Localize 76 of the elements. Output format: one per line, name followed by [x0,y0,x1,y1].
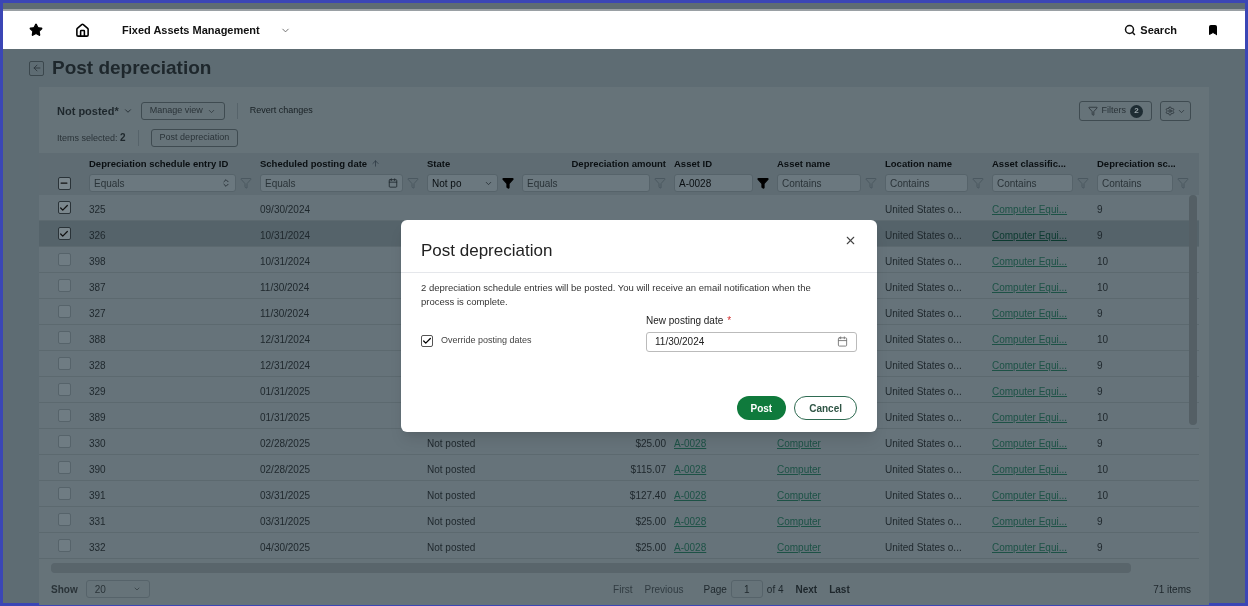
table-cell: United States o... [885,203,962,215]
table-cell: $115.07 [630,463,666,475]
table-cell: United States o... [885,437,962,449]
table-cell: $25.00 [635,437,666,449]
table-cell: 398 [89,255,106,267]
table-cell: United States o... [885,281,962,293]
table-cell: 387 [89,281,106,293]
table-cell: 10 [1097,255,1109,267]
table-cell: 326 [89,229,106,241]
table-cell: $25.00 [635,515,666,527]
table-cell: 9 [1097,229,1103,241]
table-cell: Not posted [427,541,476,553]
required-mark: * [727,313,732,328]
table-cell: 9 [1097,515,1103,527]
table-cell: 391 [89,489,106,501]
table-cell: 388 [89,333,106,345]
table-cell: 01/31/2025 [260,385,311,397]
table-cell: 9 [1097,359,1103,371]
table-cell: 331 [89,515,106,527]
items-selected-label: Items selected: 2 [57,131,126,146]
table-cell: 332 [89,541,106,553]
table-cell: 9 [1097,437,1103,449]
table-cell: 9 [1097,541,1103,553]
page-label: Page [703,582,727,597]
table-cell: United States o... [885,515,962,527]
table-cell: 9 [1097,203,1103,215]
table-cell: 325 [89,203,106,215]
item-count: 71 items [1153,582,1191,597]
table-cell: 04/30/2025 [260,541,311,553]
table-cell: 03/31/2025 [260,515,311,527]
table-cell: 02/28/2025 [260,463,311,475]
table-cell: Not posted [427,515,476,527]
table-cell: 10 [1097,463,1109,475]
table-cell: 328 [89,359,106,371]
table-cell: United States o... [885,411,962,423]
table-cell: Not posted [427,437,476,449]
show-label: Show [51,582,78,597]
table-cell: 390 [89,463,106,475]
table-cell: United States o... [885,463,962,475]
table-cell: 03/31/2025 [260,489,311,501]
table-cell: Not posted [427,489,476,501]
table-cell: United States o... [885,307,962,319]
table-cell: United States o... [885,359,962,371]
dialog-title: Post depreciation [421,240,553,262]
table-cell: 327 [89,307,106,319]
table-cell: Not posted [427,463,476,475]
table-cell: United States o... [885,255,962,267]
table-cell: 329 [89,385,106,397]
app-title: Fixed Assets Management [122,22,260,38]
table-cell: United States o... [885,333,962,345]
table-cell: 12/31/2024 [260,333,311,345]
table-cell: 330 [89,437,106,449]
table-cell: 01/31/2025 [260,411,311,423]
table-cell: $127.40 [629,489,666,501]
table-cell: 9 [1097,385,1103,397]
table-cell: 9 [1097,307,1103,319]
table-cell: 10 [1097,411,1109,423]
table-cell: 10/31/2024 [260,255,311,267]
table-cell: 12/31/2024 [260,359,311,371]
table-cell: 11/30/2024 [260,281,310,293]
page-title: Post depreciation [52,55,212,80]
table-cell: 11/30/2024 [260,307,310,319]
filter-count-badge: 2 [1130,104,1143,118]
table-cell: $25.00 [635,541,666,553]
table-cell: 10/31/2024 [260,229,311,241]
table-cell: 389 [89,411,106,423]
table-cell: 09/30/2024 [260,203,311,215]
table-cell: 10 [1097,281,1109,293]
page-count: of 4 [766,582,784,597]
date-field-label: New posting date [646,313,724,328]
table-cell: United States o... [885,385,962,397]
table-cell: 02/28/2025 [260,437,311,449]
table-cell: United States o... [885,489,962,501]
table-cell: 10 [1097,333,1109,345]
table-cell: United States o... [885,541,962,553]
table-cell: 10 [1097,489,1109,501]
